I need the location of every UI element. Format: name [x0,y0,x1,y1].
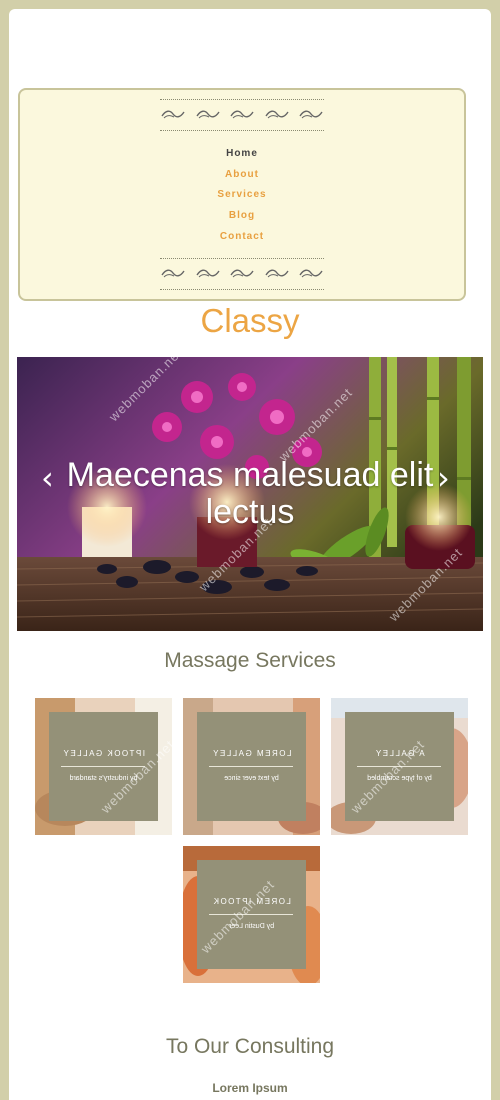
gallery-overlay: IPTOOK GALLEY by industry's standard [49,712,158,821]
nav-item-blog[interactable]: Blog [229,206,255,227]
gallery-title: IPTOOK GALLEY [62,749,145,758]
gallery-subtitle: by Dustin Leer [228,923,275,930]
swirl-icon [195,269,220,278]
swirl-icon [299,110,323,119]
swirl-icon [230,110,254,119]
gallery-subtitle: by industry's standard [69,775,138,782]
divider [209,914,294,915]
divider [357,766,442,767]
gallery-overlay: LOREM GALLEY by text ever since [197,712,306,821]
swirl-icon [264,110,289,119]
swirl-icon [161,110,185,119]
gallery-overlay: A GALLEY by of type scrambled [345,712,454,821]
gallery-subtitle: by of type scrambled [367,775,432,782]
gallery-title: LOREM IPTOOK [212,897,291,906]
services-title: Massage Services [164,649,336,672]
hero-slider: ‹ › Maecenas malesuad elit lectus webmob… [17,357,483,631]
ornament-bottom [160,263,324,283]
swirl-icon [299,269,323,278]
consulting-subtitle: Lorem Ipsum [212,1081,288,1095]
swirl-icon [195,110,220,119]
swirl-icon [161,269,185,278]
site-logo[interactable]: Classy [9,301,491,341]
slide-caption: Maecenas malesuad elit lectus [66,456,434,531]
page-container: Home About Services Blog Contact Classy [9,9,491,1100]
divider [209,766,294,767]
gallery-item[interactable]: LOREM IPTOOK by Dustin Leer [183,846,320,983]
gallery-title: A GALLEY [374,749,425,758]
gallery-title: LOREM GALLEY [211,749,292,758]
consulting-title: To Our Consulting [165,1035,335,1058]
nav-item-services[interactable]: Services [217,185,266,206]
gallery-item[interactable]: IPTOOK GALLEY by industry's standard [35,698,172,835]
gallery-item[interactable]: A GALLEY by of type scrambled [331,698,468,835]
divider [61,766,146,767]
divider [160,99,324,100]
nav-item-home[interactable]: Home [226,144,258,165]
divider [160,258,324,259]
gallery-item[interactable]: LOREM GALLEY by text ever since [183,698,320,835]
ornament-top [160,104,324,124]
main-nav: Home About Services Blog Contact [20,144,464,247]
divider [160,130,324,131]
swirl-icon [264,269,289,278]
nav-item-about[interactable]: About [225,165,259,186]
gallery-subtitle: by text ever since [224,775,279,782]
chevron-left-icon[interactable]: ‹ [41,459,54,497]
nav-item-contact[interactable]: Contact [220,227,264,248]
divider [160,289,324,290]
swirl-icon [230,269,254,278]
gallery-overlay: LOREM IPTOOK by Dustin Leer [197,860,306,969]
menu-box: Home About Services Blog Contact [18,88,466,301]
